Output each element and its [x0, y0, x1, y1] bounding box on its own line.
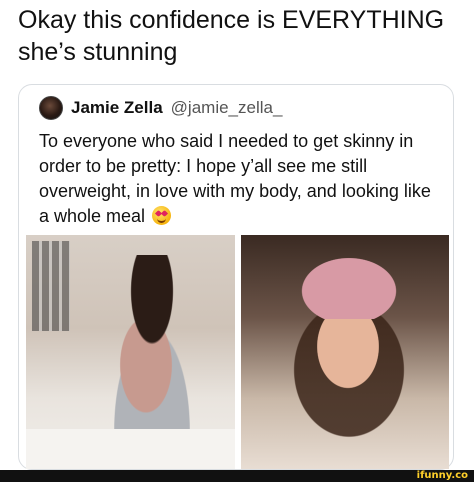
ifunny-watermark: ifunny.co [416, 470, 468, 481]
avatar[interactable] [39, 96, 63, 120]
tweet-body: To everyone who said I needed to get ski… [39, 131, 431, 226]
author-name[interactable]: Jamie Zella [71, 98, 163, 118]
meme-caption: Okay this confidence is EVERYTHING she’s… [18, 4, 468, 68]
caption-line-2: she’s stunning [18, 38, 178, 66]
mirror-selfie-photo[interactable] [26, 235, 235, 469]
watermark-bar: ifunny.co [0, 470, 474, 482]
tweet-text: To everyone who said I needed to get ski… [39, 129, 445, 229]
tweet-card[interactable]: Jamie Zella @jamie_zella_ To everyone wh… [18, 84, 454, 470]
author-handle[interactable]: @jamie_zella_ [171, 98, 283, 118]
tweet-author-row[interactable]: Jamie Zella @jamie_zella_ [39, 95, 282, 121]
heart-eyes-emoji-icon [152, 206, 172, 225]
bedding [26, 429, 235, 469]
pink-hat-shape [289, 249, 409, 319]
wall-photos-decoration [32, 241, 70, 331]
caption-line-1: Okay this confidence is EVERYTHING [18, 6, 445, 34]
person-figure [86, 255, 206, 455]
pink-bucket-hat-selfie-photo[interactable] [241, 235, 449, 469]
